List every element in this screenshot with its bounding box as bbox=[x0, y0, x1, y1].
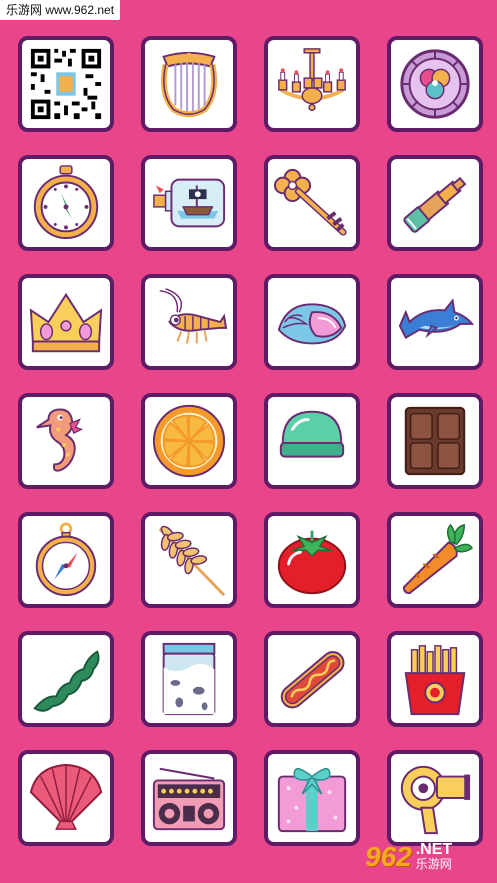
harp-icon bbox=[160, 51, 218, 118]
chocolate-bar-icon bbox=[404, 406, 466, 476]
tile-crown[interactable] bbox=[18, 274, 114, 370]
tile-gift-box[interactable] bbox=[264, 750, 360, 846]
tile-chocolate-bar[interactable] bbox=[387, 393, 483, 489]
tile-scallop-shell[interactable] bbox=[18, 750, 114, 846]
chandelier-icon bbox=[278, 48, 346, 112]
tile-key[interactable] bbox=[264, 155, 360, 251]
site-watermark-top: 乐游网 www.962.net bbox=[0, 0, 121, 20]
tile-compass[interactable] bbox=[18, 512, 114, 608]
qr-code-icon bbox=[28, 46, 104, 122]
tile-hot-dog[interactable] bbox=[264, 631, 360, 727]
orange-slice-icon bbox=[152, 404, 226, 478]
watermark-number: 962 bbox=[365, 841, 412, 872]
tile-harp[interactable] bbox=[141, 36, 237, 132]
seahorse-icon bbox=[36, 408, 84, 472]
watermark-net: .NET bbox=[415, 841, 453, 858]
tile-seahorse[interactable] bbox=[18, 393, 114, 489]
wheat-icon bbox=[158, 525, 226, 597]
ship-in-bottle-icon bbox=[153, 178, 226, 228]
seashell-icon bbox=[277, 303, 347, 345]
milk-carton-icon bbox=[162, 642, 216, 716]
shrimp-icon bbox=[159, 288, 228, 344]
radio-icon bbox=[152, 767, 226, 831]
watermark-cn: 乐游网 bbox=[415, 857, 452, 871]
crown-icon bbox=[29, 292, 103, 353]
compass-icon bbox=[35, 522, 97, 597]
tile-wheat[interactable] bbox=[141, 512, 237, 608]
hair-dryer-icon bbox=[400, 765, 471, 835]
tile-bath-bomb[interactable] bbox=[264, 393, 360, 489]
tile-radio[interactable] bbox=[141, 750, 237, 846]
tile-carrot[interactable] bbox=[387, 512, 483, 608]
scallop-shell-icon bbox=[29, 763, 103, 830]
seaweed-icon bbox=[33, 650, 100, 712]
hot-dog-icon bbox=[280, 651, 345, 709]
gift-box-icon bbox=[277, 768, 347, 833]
tile-chandelier[interactable] bbox=[264, 36, 360, 132]
spyglass-icon bbox=[403, 176, 467, 233]
key-icon bbox=[273, 168, 347, 236]
tile-dolphin[interactable] bbox=[387, 274, 483, 370]
tile-seaweed[interactable] bbox=[18, 631, 114, 727]
carrot-icon bbox=[402, 523, 474, 595]
bath-bomb-icon bbox=[279, 410, 345, 458]
tile-stained-glass-window[interactable] bbox=[387, 36, 483, 132]
pocket-watch-icon bbox=[33, 165, 99, 240]
dolphin-icon bbox=[398, 298, 474, 339]
tile-pocket-watch[interactable] bbox=[18, 155, 114, 251]
tile-hair-dryer[interactable] bbox=[387, 750, 483, 846]
tile-spyglass[interactable] bbox=[387, 155, 483, 251]
tile-seashell[interactable] bbox=[264, 274, 360, 370]
french-fries-icon bbox=[404, 645, 466, 716]
tile-milk-carton[interactable] bbox=[141, 631, 237, 727]
site-watermark-logo: 962 .NET 乐游网 bbox=[365, 835, 493, 879]
tile-tomato[interactable] bbox=[264, 512, 360, 608]
tomato-icon bbox=[277, 530, 347, 595]
tile-qr-code[interactable] bbox=[18, 36, 114, 132]
tile-shrimp[interactable] bbox=[141, 274, 237, 370]
tile-ship-in-bottle[interactable] bbox=[141, 155, 237, 251]
tile-french-fries[interactable] bbox=[387, 631, 483, 727]
stained-glass-window-icon bbox=[400, 49, 470, 119]
tile-orange-slice[interactable] bbox=[141, 393, 237, 489]
